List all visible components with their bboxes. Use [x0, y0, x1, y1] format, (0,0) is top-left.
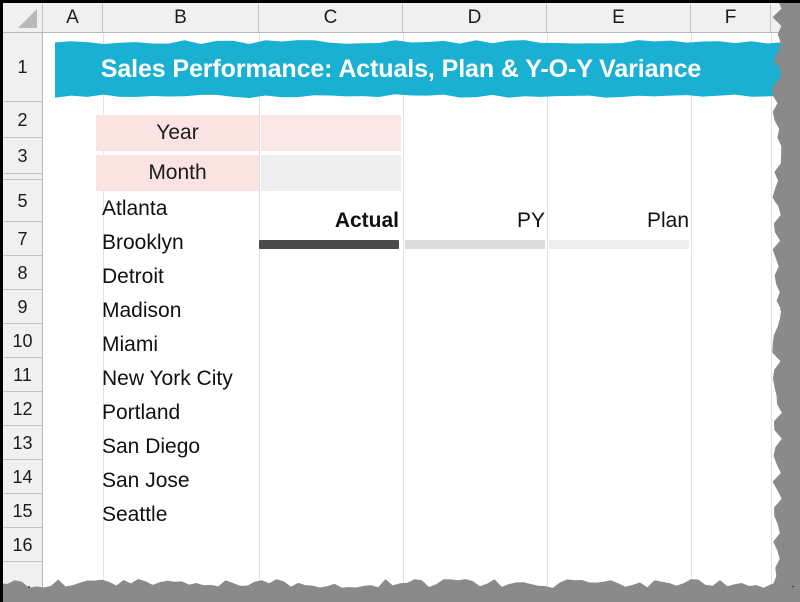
row-header-15[interactable]: 15: [3, 494, 42, 528]
spreadsheet-app: ABCDEFG 1 2 3 5 7 8 9 10 11 12 13 14 15 16 Sales Perf…: [0, 0, 800, 602]
column-header-d[interactable]: D: [403, 3, 547, 32]
measure-label: Plan: [646, 209, 689, 232]
city-cell[interactable]: Madison: [102, 294, 181, 328]
measure-underline-bar: [405, 240, 545, 249]
city-cell[interactable]: San Diego: [102, 430, 200, 464]
measure-underline-bar: [549, 240, 689, 249]
grid-line-vertical: [259, 33, 260, 602]
column-header-b[interactable]: B: [103, 3, 259, 32]
measure-header-py[interactable]: PY: [405, 199, 545, 249]
grid-line-vertical: [403, 33, 404, 602]
city-cell[interactable]: Portland: [102, 396, 180, 430]
city-cell[interactable]: New York City: [102, 362, 233, 396]
row-header-13[interactable]: 13: [3, 426, 42, 460]
row-header-11[interactable]: 11: [3, 358, 42, 392]
column-header-a[interactable]: A: [43, 3, 103, 32]
window-frame-top: [0, 0, 800, 3]
param-input-year[interactable]: [261, 115, 401, 151]
measure-label: Actual: [334, 209, 399, 232]
grid-line-vertical: [691, 33, 692, 602]
row-header-9[interactable]: 9: [3, 290, 42, 324]
select-all-button[interactable]: [3, 3, 43, 32]
row-header-2[interactable]: 2: [3, 102, 42, 138]
measure-header-plan[interactable]: Plan: [549, 199, 689, 249]
column-header-f[interactable]: F: [691, 3, 771, 32]
column-header-c[interactable]: C: [259, 3, 403, 32]
city-cell[interactable]: Brooklyn: [102, 226, 184, 260]
row-header-14[interactable]: 14: [3, 460, 42, 494]
row-header-16[interactable]: 16: [3, 528, 42, 562]
city-cell[interactable]: Miami: [102, 328, 158, 362]
window-frame-left: [0, 0, 3, 602]
row-header-7[interactable]: 7: [3, 222, 42, 256]
row-header-5[interactable]: 5: [3, 180, 42, 222]
city-cell[interactable]: Detroit: [102, 260, 164, 294]
city-cell[interactable]: Atlanta: [102, 192, 167, 226]
param-label-year: Year: [96, 115, 259, 151]
column-header-row[interactable]: ABCDEFG: [3, 3, 800, 33]
city-cell[interactable]: Seattle: [102, 498, 167, 532]
spreadsheet-canvas[interactable]: ABCDEFG 1 2 3 5 7 8 9 10 11 12 13 14 15 16 Sales Perf…: [3, 3, 800, 602]
row-header-12[interactable]: 12: [3, 392, 42, 426]
city-cell[interactable]: San Jose: [102, 464, 190, 498]
title-banner: Sales Performance: Actuals, Plan & Y-O-Y…: [55, 38, 800, 100]
measure-label: PY: [516, 209, 545, 232]
measure-underline-bar: [259, 240, 399, 249]
measure-header-actual[interactable]: Actual: [259, 199, 399, 249]
row-header-column[interactable]: 1 2 3 5 7 8 9 10 11 12 13 14 15 16: [3, 33, 43, 602]
banner-title-text: Sales Performance: Actuals, Plan & Y-O-Y…: [100, 55, 702, 83]
grid-line-vertical: [771, 33, 772, 602]
row-header-8[interactable]: 8: [3, 256, 42, 290]
param-input-month[interactable]: [261, 155, 401, 191]
row-header-1[interactable]: 1: [3, 33, 42, 102]
select-all-triangle-icon: [18, 9, 37, 28]
column-header-g[interactable]: G: [771, 3, 800, 32]
column-header-e[interactable]: E: [547, 3, 691, 32]
param-label-month: Month: [96, 155, 259, 191]
grid-line-vertical: [547, 33, 548, 602]
row-header-3[interactable]: 3: [3, 138, 42, 174]
row-header-10[interactable]: 10: [3, 324, 42, 358]
